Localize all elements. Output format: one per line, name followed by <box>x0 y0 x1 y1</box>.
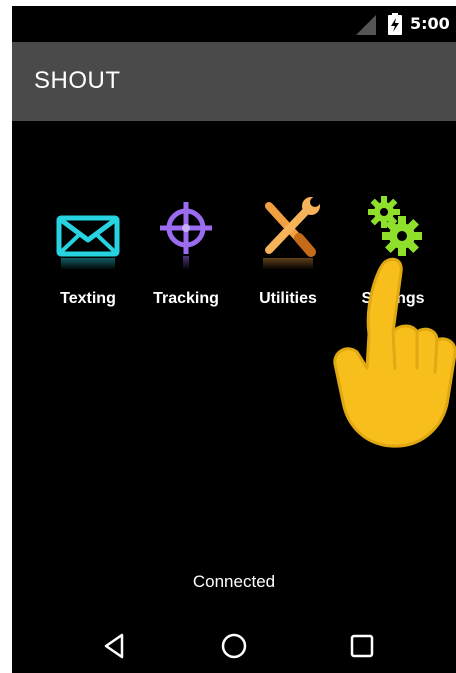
back-icon <box>104 633 124 659</box>
pointing-hand-icon <box>333 257 456 448</box>
tile-tracking[interactable]: Tracking <box>141 192 231 332</box>
connection-status: Connected <box>192 572 276 591</box>
envelope-icon <box>56 215 120 270</box>
home-button[interactable] <box>214 628 254 664</box>
tile-texting[interactable]: Texting <box>43 192 133 332</box>
back-button[interactable] <box>94 628 134 664</box>
crosshair-icon <box>160 202 212 270</box>
status-time: 5:00 <box>410 14 450 33</box>
recents-icon <box>350 634 374 658</box>
signal-icon <box>356 15 376 35</box>
tile-label-tracking: Tracking <box>153 290 219 307</box>
status-bar: 5:00 <box>12 6 456 42</box>
recents-button[interactable] <box>342 628 382 664</box>
home-icon <box>221 633 247 659</box>
tile-label-texting: Texting <box>60 290 116 307</box>
battery-charging-icon <box>388 13 402 35</box>
app-title: SHOUT <box>34 67 121 94</box>
phone-screen: 5:00 SHOUT Texting Tracking Utilities Co… <box>12 6 456 673</box>
navigation-bar <box>12 616 456 673</box>
app-bar: SHOUT <box>12 42 456 121</box>
